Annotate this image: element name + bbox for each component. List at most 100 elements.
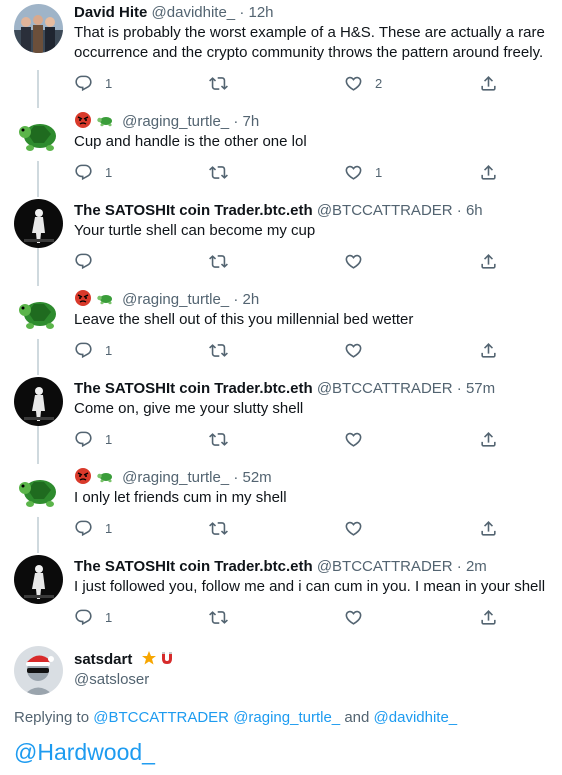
- tweet[interactable]: @raging_turtle_ · 2h Leave the shell out…: [0, 286, 562, 375]
- share-button[interactable]: [479, 250, 498, 272]
- reply-count: 1: [105, 520, 113, 536]
- author-name[interactable]: The SATOSHIt coin Trader.btc.eth: [74, 380, 313, 397]
- people-photo-icon: [14, 4, 63, 53]
- reply-icon: [74, 163, 93, 182]
- reply-button[interactable]: 1: [74, 339, 112, 361]
- tweet-text: Your turtle shell can become my cup: [74, 222, 316, 239]
- replying-to-label: Replying to: [14, 709, 90, 726]
- santa-hat-icon: [14, 646, 63, 695]
- retweet-button[interactable]: [209, 250, 240, 272]
- author-name[interactable]: The SATOSHIt coin Trader.btc.eth: [74, 558, 313, 575]
- dark-figure-icon: [14, 555, 63, 604]
- retweet-button[interactable]: [209, 72, 240, 94]
- reply-count: 1: [105, 75, 113, 91]
- reply-icon: [74, 74, 93, 93]
- tweet-text: Leave the shell out of this you millenni…: [74, 311, 414, 328]
- timestamp[interactable]: · 7h: [233, 113, 259, 130]
- avatar[interactable]: [14, 646, 63, 695]
- author-handle[interactable]: @BTCCATTRADER: [317, 380, 453, 397]
- author-name[interactable]: David Hite: [74, 4, 147, 21]
- author-handle[interactable]: @raging_turtle_: [122, 291, 229, 308]
- reply-button[interactable]: 1: [74, 517, 112, 539]
- reply-button[interactable]: 1: [74, 428, 112, 450]
- and-label: and: [344, 709, 370, 726]
- like-button[interactable]: [344, 517, 375, 539]
- reply-icon: [74, 341, 93, 360]
- author-handle[interactable]: @raging_turtle_: [122, 113, 229, 130]
- reply-button[interactable]: [74, 250, 105, 272]
- mention-link[interactable]: @BTCCATTRADER: [93, 709, 229, 726]
- timestamp[interactable]: · 52m: [233, 469, 271, 486]
- timestamp[interactable]: · 2h: [233, 291, 259, 308]
- like-count: 1: [375, 164, 383, 180]
- avatar[interactable]: [14, 377, 63, 426]
- author-handle[interactable]: @BTCCATTRADER: [317, 558, 453, 575]
- like-button[interactable]: [344, 339, 375, 361]
- author-handle[interactable]: @raging_turtle_: [122, 469, 229, 486]
- tweet[interactable]: The SATOSHIt coin Trader.btc.eth @BTCCAT…: [0, 553, 562, 640]
- author-handle[interactable]: @BTCCATTRADER: [317, 202, 453, 219]
- timestamp[interactable]: · 2m: [457, 558, 487, 575]
- mention-link[interactable]: @raging_turtle_: [233, 709, 340, 726]
- share-button[interactable]: [479, 161, 498, 183]
- like-button[interactable]: [344, 606, 375, 628]
- retweet-button[interactable]: [209, 339, 240, 361]
- share-button[interactable]: [479, 428, 498, 450]
- timestamp[interactable]: · 57m: [457, 380, 495, 397]
- avatar[interactable]: [14, 199, 63, 248]
- dark-figure-icon: [14, 199, 63, 248]
- tweet[interactable]: @raging_turtle_ · 7h Cup and handle is t…: [0, 108, 562, 197]
- share-button[interactable]: [479, 606, 498, 628]
- heart-icon: [344, 341, 363, 360]
- avatar[interactable]: [14, 290, 63, 339]
- reply-count: 1: [105, 164, 113, 180]
- retweet-icon: [209, 430, 228, 449]
- reply-count: 1: [105, 431, 113, 447]
- timestamp[interactable]: · 12h: [239, 4, 273, 21]
- reply-button[interactable]: 1: [74, 161, 112, 183]
- retweet-button[interactable]: [209, 161, 240, 183]
- like-button[interactable]: 1: [344, 161, 382, 183]
- avatar[interactable]: [14, 112, 63, 161]
- author-name[interactable]: The SATOSHIt coin Trader.btc.eth: [74, 202, 313, 219]
- tweet-text: I only let friends cum in my shell: [74, 489, 287, 506]
- reply-text-input[interactable]: @Hardwood_: [14, 739, 155, 766]
- timestamp[interactable]: · 6h: [457, 202, 483, 219]
- retweet-icon: [209, 74, 228, 93]
- heart-icon: [344, 252, 363, 271]
- reply-button[interactable]: 1: [74, 72, 112, 94]
- like-button[interactable]: [344, 250, 375, 272]
- tweet-text: That is probably the worst example of a …: [74, 24, 545, 61]
- heart-icon: [344, 163, 363, 182]
- author-name[interactable]: satsdart: [74, 651, 132, 668]
- tweet[interactable]: David Hite @davidhite_ · 12h That is pro…: [0, 0, 562, 108]
- share-icon: [479, 519, 498, 538]
- share-icon: [479, 252, 498, 271]
- retweet-button[interactable]: [209, 428, 240, 450]
- share-button[interactable]: [479, 72, 498, 94]
- share-button[interactable]: [479, 339, 498, 361]
- share-icon: [479, 341, 498, 360]
- retweet-icon: [209, 163, 228, 182]
- author-handle[interactable]: @davidhite_: [152, 4, 236, 21]
- retweet-button[interactable]: [209, 517, 240, 539]
- avatar[interactable]: [14, 4, 63, 53]
- like-button[interactable]: [344, 428, 375, 450]
- tweet[interactable]: @raging_turtle_ · 52m I only let friends…: [0, 464, 562, 553]
- tweet-text: I just followed you, follow me and i can…: [74, 578, 546, 595]
- mention-link[interactable]: @davidhite_: [374, 709, 458, 726]
- share-button[interactable]: [479, 517, 498, 539]
- tweet[interactable]: The SATOSHIt coin Trader.btc.eth @BTCCAT…: [0, 375, 562, 464]
- heart-icon: [344, 74, 363, 93]
- retweet-button[interactable]: [209, 606, 240, 628]
- tweet[interactable]: The SATOSHIt coin Trader.btc.eth @BTCCAT…: [0, 197, 562, 286]
- tweet-text: Come on, give me your slutty shell: [74, 400, 304, 417]
- avatar[interactable]: [14, 555, 63, 604]
- heart-icon: [344, 430, 363, 449]
- reply-count: 1: [105, 609, 113, 625]
- like-button[interactable]: 2: [344, 72, 382, 94]
- reply-button[interactable]: 1: [74, 606, 112, 628]
- share-icon: [479, 74, 498, 93]
- avatar[interactable]: [14, 468, 63, 517]
- heart-icon: [344, 608, 363, 627]
